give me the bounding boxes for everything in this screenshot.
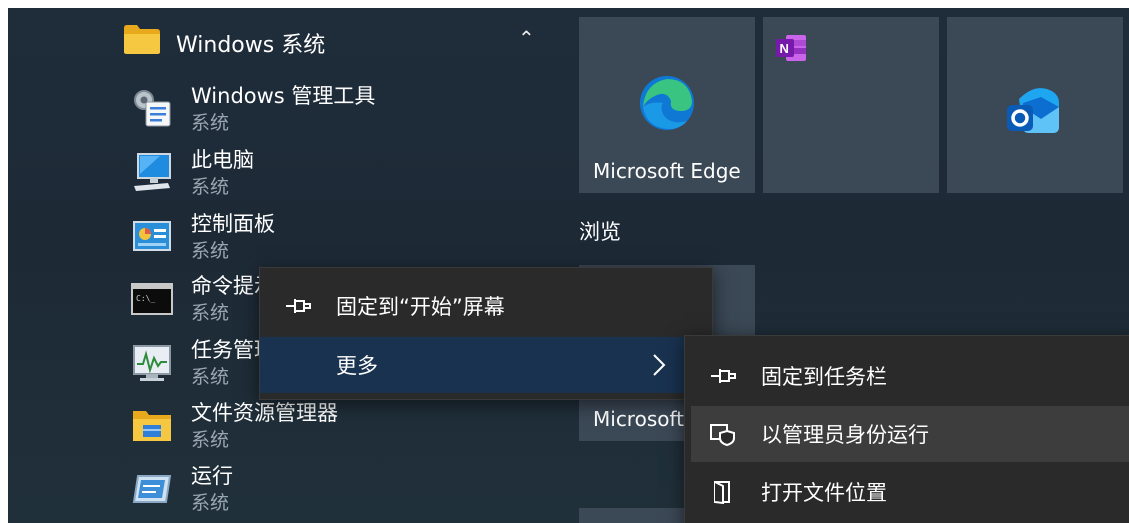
app-name: 控制面板 [191,212,275,236]
file-explorer-icon [133,411,171,441]
this-pc-icon [134,153,171,191]
control-panel-icon [133,221,171,251]
tile-microsoft-edge[interactable]: Microsoft Edge [579,17,755,193]
svg-text:C:\_: C:\_ [136,294,155,303]
menu-run-as-admin[interactable]: 以管理员身份运行 [691,406,1129,462]
app-name: Windows 管理工具 [191,84,376,108]
app-category: 系统 [191,429,230,451]
pin-icon [286,299,311,313]
menu-label: 以管理员身份运行 [761,423,929,447]
admin-tools-icon [134,90,171,127]
app-category: 系统 [191,366,230,388]
app-run[interactable]: 运行 系统 [130,458,430,518]
app-this-pc[interactable]: 此电脑 系统 [130,142,430,202]
app-name: 运行 [191,464,233,488]
app-category: 系统 [191,240,230,262]
onenote-icon: N [776,35,806,61]
open-folder-icon [714,481,730,504]
chevron-right-icon [653,354,666,376]
edge-icon [640,76,694,130]
app-name: 文件资源管理器 [191,401,338,425]
menu-label: 打开文件位置 [761,481,887,505]
menu-label: 更多 [336,354,378,378]
menu-pin-to-taskbar[interactable]: 固定到任务栏 [685,348,1129,404]
app-file-explorer[interactable]: 文件资源管理器 系统 [130,395,430,455]
folder-icon [124,25,160,54]
app-category: 系统 [191,492,230,514]
run-icon [132,475,172,503]
menu-more[interactable]: 更多 [260,337,712,393]
app-windows-admin-tools[interactable]: Windows 管理工具 系统 [130,78,430,138]
app-category: 系统 [191,112,230,134]
app-category: 系统 [191,302,230,324]
tile-label: Microsoft Edge [593,159,741,183]
menu-open-file-location[interactable]: 打开文件位置 [685,464,1129,520]
app-name: 此电脑 [191,148,254,172]
command-prompt-icon: C:\_ [131,283,173,315]
outlook-icon [1007,88,1059,133]
tile-label: Microsoft [593,407,685,431]
start-menu: Windows 系统 ⌃ Windows 管理工具 系统 此电脑 系统 控制面板… [8,8,1129,523]
submenu-more: 固定到任务栏 以管理员身份运行 打开文件位置 [684,335,1129,523]
menu-label: 固定到“开始”屏幕 [336,295,505,319]
pin-icon [711,369,736,383]
shield-icon [710,424,735,446]
tile-outlook[interactable] [947,17,1123,193]
context-menu: 固定到“开始”屏幕 更多 [259,267,713,400]
tile-onenote[interactable]: N [763,17,939,193]
svg-text:N: N [780,41,789,56]
app-control-panel[interactable]: 控制面板 系统 [130,206,430,266]
menu-label: 固定到任务栏 [761,365,887,389]
chevron-up-icon[interactable]: ⌃ [518,26,535,50]
menu-pin-to-start[interactable]: 固定到“开始”屏幕 [260,278,712,334]
app-category: 系统 [191,176,230,198]
group-label-browse: 浏览 [579,220,621,244]
group-windows-system[interactable]: Windows 系统 ⌃ [120,18,550,62]
task-manager-icon [133,345,171,381]
group-title: Windows 系统 [176,33,326,58]
